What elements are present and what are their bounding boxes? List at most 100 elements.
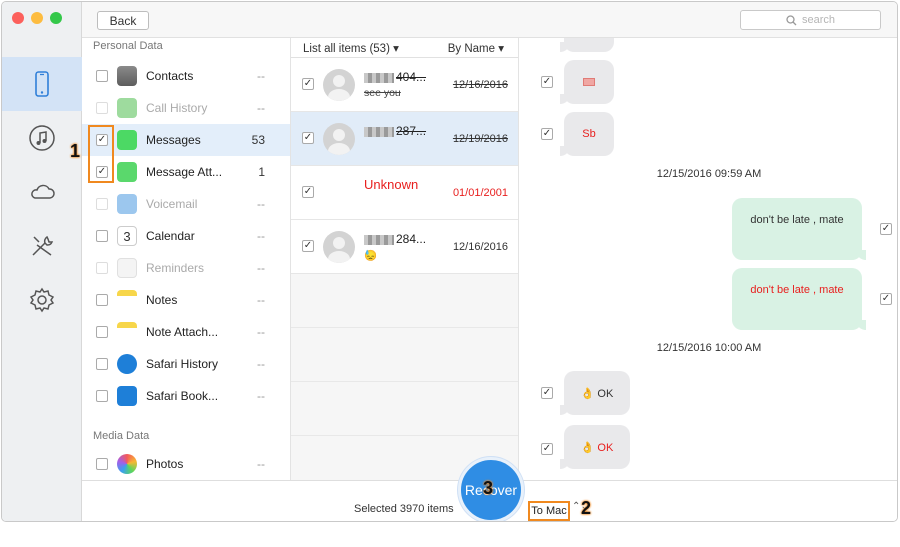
section-header-personal: Personal Data [93,40,163,52]
empty-row [291,328,518,382]
category-count: -- [257,325,265,339]
category-label: Contacts [146,69,194,83]
list-header: List all items (53) ▾ By Name ▾ [291,38,518,58]
category-count: -- [257,101,265,115]
category-checkbox [96,198,108,210]
app-window: Back search Personal Data Contacts -- Ca… [1,1,898,522]
message-bubble-in: 👌 OK [560,425,630,469]
category-checkbox[interactable] [96,358,108,370]
category-label: Message Att... [146,165,223,179]
category-checkbox[interactable] [96,458,108,470]
message-checkbox[interactable]: ✓ [541,443,553,455]
avatar [323,69,355,101]
category-checkbox[interactable] [96,294,108,306]
toolbar: Back search [82,2,897,38]
list-count-label: List all items (53) [303,43,390,55]
message-bubble-in [560,38,614,52]
category-checkbox[interactable] [96,230,108,242]
calendar-icon: 3 [117,226,137,246]
category-count: 1 [258,165,265,179]
category-count: -- [257,261,265,275]
iphone-icon [35,71,49,97]
category-count: -- [257,457,265,471]
category-reminders: Reminders -- [82,252,290,284]
category-label: Note Attach... [146,325,219,339]
sidebar-rail [2,2,82,521]
category-label: Calendar [146,229,195,243]
messages-icon [117,130,137,150]
category-label: Messages [146,133,201,147]
message-timestamp: 12/15/2016 10:00 AM [656,342,762,354]
music-icon [29,125,55,151]
category-count: -- [257,293,265,307]
category-checkbox [96,102,108,114]
back-button[interactable]: Back [97,11,149,30]
item-checkbox[interactable]: ✓ [302,78,314,90]
search-placeholder: search [801,14,836,26]
redacted-number [364,234,394,245]
sort-dropdown[interactable]: By Name ▾ [448,41,504,55]
category-label: Safari Book... [146,389,219,403]
message-checkbox[interactable]: ✓ [541,387,553,399]
zoom-window-button[interactable] [50,12,62,24]
rail-tools[interactable] [2,219,82,273]
sort-label: By Name [447,43,496,55]
voicemail-icon [117,194,137,214]
rail-icloud[interactable] [2,165,82,219]
callout-two: 2 [581,498,592,518]
category-panel: Personal Data Contacts -- Call History -… [82,38,291,480]
image-attachment-icon [583,78,595,86]
category-photos[interactable]: Photos -- [82,448,290,480]
category-checkbox[interactable] [96,326,108,338]
item-name: 404... [364,70,426,84]
callout-one: 1 [70,141,81,161]
search-input[interactable]: search [740,10,881,30]
list-item[interactable]: ✓ Unknown 01/01/2001 [291,166,518,220]
category-checkbox[interactable] [96,390,108,402]
category-count: -- [257,197,265,211]
rail-settings[interactable] [2,273,82,327]
safari-bookmark-icon [117,386,137,406]
category-label: Photos [146,457,184,471]
item-name: 287... [364,124,426,138]
category-checkbox[interactable] [96,70,108,82]
empty-row [291,382,518,436]
category-calendar[interactable]: 3 Calendar -- [82,220,290,252]
list-item[interactable]: ✓ 404... see you 12/16/2016 [291,58,518,112]
item-name: 284... [364,232,426,246]
message-checkbox[interactable]: ✓ [541,128,553,140]
chevron-down-icon: ▾ [393,43,399,55]
item-checkbox[interactable]: ✓ [302,240,314,252]
category-count: 53 [251,133,265,147]
section-header-media: Media Data [93,430,150,442]
message-checkbox[interactable]: ✓ [880,223,892,235]
close-window-button[interactable] [12,12,24,24]
list-all-items-dropdown[interactable]: List all items (53) ▾ [303,41,399,55]
reminders-icon [117,258,137,278]
rail-device[interactable] [2,57,82,111]
item-name: Unknown [364,177,419,192]
category-notes[interactable]: Notes -- [82,284,290,316]
recover-target-select[interactable]: To Mac [528,501,570,521]
message-checkbox[interactable]: ✓ [880,293,892,305]
redacted-number [364,72,394,83]
list-item[interactable]: ✓ 284... 😓 12/16/2016 [291,220,518,274]
item-checkbox[interactable]: ✓ [302,132,314,144]
selected-count: Selected 3970 items [354,503,454,515]
item-checkbox[interactable]: ✓ [302,186,314,198]
message-checkbox[interactable]: ✓ [541,76,553,88]
category-label: Voicemail [146,197,198,211]
category-contacts[interactable]: Contacts -- [82,60,290,92]
message-bubble-in: Sb [560,112,614,156]
category-safari-history[interactable]: Safari History -- [82,348,290,380]
item-date: 01/01/2001 [452,187,508,199]
item-date: 12/19/2016 [452,133,508,145]
list-item[interactable]: ✓ 287... 12/19/2016 [291,112,518,166]
contacts-icon [117,66,137,86]
avatar [323,123,355,155]
category-note-attachments[interactable]: Note Attach... -- [82,316,290,348]
category-call-history: Call History -- [82,92,290,124]
minimize-window-button[interactable] [31,12,43,24]
category-safari-bookmarks[interactable]: Safari Book... -- [82,380,290,412]
category-count: -- [257,69,265,83]
